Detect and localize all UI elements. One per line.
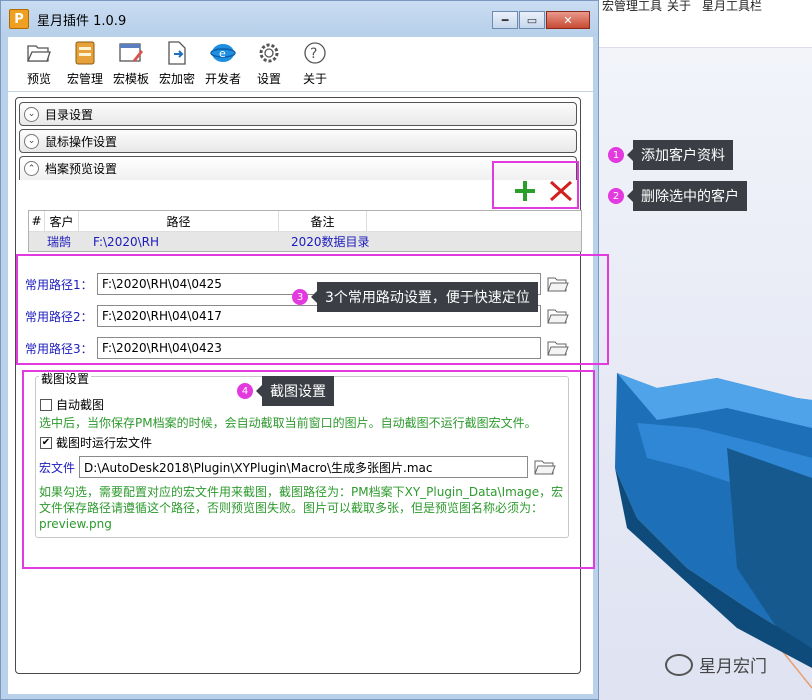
col-header[interactable]: 备注: [279, 211, 367, 231]
annotation-3: 3 3个常用路动设置，便于快速定位: [292, 282, 538, 312]
watermark-text: 星月宏门: [699, 657, 767, 677]
window-title: 星月插件 1.0.9: [37, 13, 127, 29]
wechat-watermark: 星月宏门: [665, 652, 767, 677]
developer-icon: e: [210, 41, 236, 65]
annotation-number: 3: [292, 289, 308, 305]
macro-manager-icon: [72, 41, 98, 65]
section-mouse-settings[interactable]: ⌄ 鼠标操作设置: [19, 129, 577, 153]
folder-open-icon: [26, 41, 52, 65]
col-header[interactable]: #: [29, 211, 45, 231]
macro-encrypt-icon: [164, 41, 190, 65]
toolbar: 预览 宏管理 宏模板 宏加密 e 开发者 设置 ? 关于: [8, 37, 593, 91]
svg-text:?: ?: [310, 46, 317, 62]
toolbar-label: 预览: [26, 72, 51, 86]
annotation-number: 2: [608, 188, 624, 204]
annotation-4: 4 截图设置: [237, 376, 334, 406]
section-label: 目录设置: [45, 107, 94, 122]
col-header[interactable]: 客户: [45, 211, 79, 231]
annotation-text: 3个常用路动设置，便于快速定位: [311, 282, 538, 312]
toolbar-label: 关于: [302, 72, 327, 86]
background-menu-bar: 宏管理工具 关于 星月工具栏: [597, 0, 812, 48]
customer-table[interactable]: # 客户 路径 备注 瑞鹄 F:\2020\RH 2020数据目录: [28, 210, 582, 252]
highlight-box-add-delete: [492, 161, 579, 209]
annotation-1: 1 添加客户资料: [608, 140, 733, 170]
table-row[interactable]: 瑞鹄 F:\2020\RH 2020数据目录: [29, 232, 581, 251]
section-label: 鼠标操作设置: [45, 134, 118, 149]
preview-button[interactable]: 预览: [16, 37, 62, 91]
annotation-text: 添加客户资料: [627, 140, 733, 170]
annotation-text: 截图设置: [256, 376, 334, 406]
about-question-icon: ?: [302, 41, 328, 65]
about-button[interactable]: ? 关于: [292, 37, 338, 91]
section-label: 档案预览设置: [45, 162, 118, 176]
table-header: # 客户 路径 备注: [29, 211, 581, 232]
cell-customer: 瑞鹄: [47, 235, 72, 249]
macro-manager-button[interactable]: 宏管理: [62, 37, 108, 91]
cell-note: 2020数据目录: [291, 235, 370, 249]
section-directory-settings[interactable]: ⌄ 目录设置: [19, 102, 577, 126]
background-menu-item[interactable]: 关于: [667, 0, 691, 14]
toolbar-label: 设置: [256, 72, 281, 86]
toolbar-label: 宏管理: [66, 72, 103, 86]
background-menu-item[interactable]: 星月工具栏: [702, 0, 762, 14]
annotation-number: 1: [608, 147, 624, 163]
cell-path: F:\2020\RH: [93, 234, 159, 249]
col-header[interactable]: 路径: [79, 211, 279, 231]
maximize-button[interactable]: ▭: [519, 11, 545, 29]
minimize-button[interactable]: ━: [492, 11, 518, 29]
chevron-down-icon: ⌄: [24, 106, 39, 122]
annotation-text: 删除选中的客户: [627, 181, 747, 211]
macro-encrypt-button[interactable]: 宏加密: [154, 37, 200, 91]
macro-template-button[interactable]: 宏模板: [108, 37, 154, 91]
toolbar-label: 宏模板: [112, 72, 149, 86]
app-logo-icon: P: [9, 9, 29, 29]
chevron-up-icon: ⌃: [24, 161, 39, 176]
toolbar-label: 宏加密: [158, 72, 195, 86]
annotation-2: 2 删除选中的客户: [608, 181, 747, 211]
chevron-down-icon: ⌄: [24, 133, 39, 149]
svg-text:e: e: [219, 47, 226, 60]
settings-button[interactable]: 设置: [246, 37, 292, 91]
developer-button[interactable]: e 开发者: [200, 37, 246, 91]
wechat-logo-icon: [665, 653, 693, 676]
title-bar[interactable]: P 星月插件 1.0.9 ━ ▭ ✕: [1, 1, 598, 37]
background-menu-item[interactable]: 宏管理工具: [602, 0, 662, 14]
close-button[interactable]: ✕: [546, 11, 590, 29]
settings-gear-icon: [256, 41, 282, 65]
macro-template-icon: [118, 41, 144, 65]
toolbar-label: 开发者: [204, 72, 241, 86]
annotation-number: 4: [237, 383, 253, 399]
